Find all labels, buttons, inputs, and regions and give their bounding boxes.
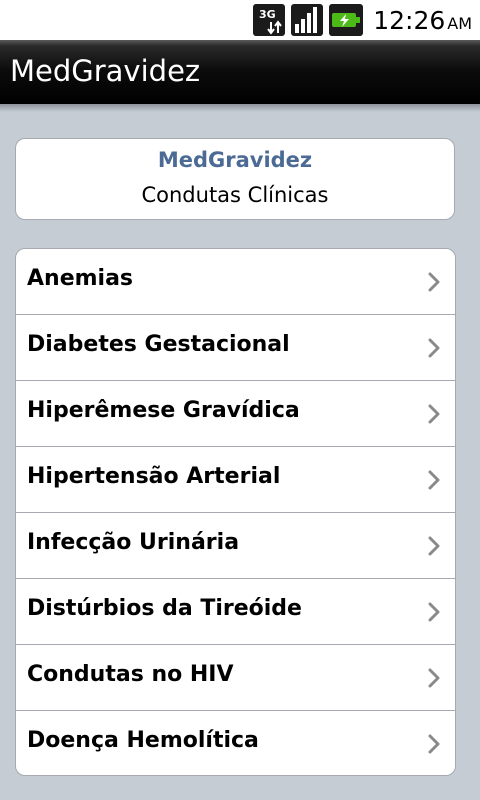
list-item-doenca-hemolitica[interactable]: Doença Hemolítica <box>16 711 455 775</box>
title-bar-shadow <box>0 104 480 112</box>
list-item-disturbios-tireoide[interactable]: Distúrbios da Tireóide <box>16 579 455 645</box>
chevron-right-icon <box>428 734 440 754</box>
status-icons: 3G 12:26 AM <box>253 0 480 40</box>
list-item-diabetes-gestacional[interactable]: Diabetes Gestacional <box>16 315 455 381</box>
list-item-label: Doença Hemolítica <box>27 728 259 753</box>
status-clock: 12:26 AM <box>373 5 472 35</box>
svg-text:3G: 3G <box>259 8 276 21</box>
chevron-right-icon <box>428 272 440 292</box>
app-title: MedGravidez <box>10 54 201 88</box>
app-title-bar: MedGravidez <box>0 40 480 104</box>
list-item-label: Hipertensão Arterial <box>27 464 281 489</box>
status-bar: 3G 12:26 AM <box>0 0 480 40</box>
list-item-label: Condutas no HIV <box>27 662 234 687</box>
header-card: MedGravidez Condutas Clínicas <box>15 138 455 220</box>
list-item-condutas-hiv[interactable]: Condutas no HIV <box>16 645 455 711</box>
list-item-label: Diabetes Gestacional <box>27 332 290 357</box>
list-item-infeccao-urinaria[interactable]: Infecção Urinária <box>16 513 455 579</box>
chevron-right-icon <box>428 404 440 424</box>
list-item-anemias[interactable]: Anemias <box>16 249 455 315</box>
topic-list: Anemias Diabetes Gestacional Hiperêmese … <box>15 248 456 776</box>
header-subtitle: Condutas Clínicas <box>141 183 329 207</box>
network-3g-icon: 3G <box>253 4 286 36</box>
list-item-label: Distúrbios da Tireóide <box>27 596 302 621</box>
list-item-label: Anemias <box>27 266 134 291</box>
list-item-label: Infecção Urinária <box>27 530 240 555</box>
chevron-right-icon <box>428 536 440 556</box>
list-item-hiperemese-gravidica[interactable]: Hiperêmese Gravídica <box>16 381 455 447</box>
chevron-right-icon <box>428 470 440 490</box>
header-title: MedGravidez <box>157 148 313 172</box>
list-item-label: Hiperêmese Gravídica <box>27 398 300 423</box>
chevron-right-icon <box>428 338 440 358</box>
signal-strength-icon <box>291 4 324 36</box>
battery-charging-icon <box>329 4 364 36</box>
chevron-right-icon <box>428 602 440 622</box>
chevron-right-icon <box>428 668 440 688</box>
list-item-hipertensao-arterial[interactable]: Hipertensão Arterial <box>16 447 455 513</box>
